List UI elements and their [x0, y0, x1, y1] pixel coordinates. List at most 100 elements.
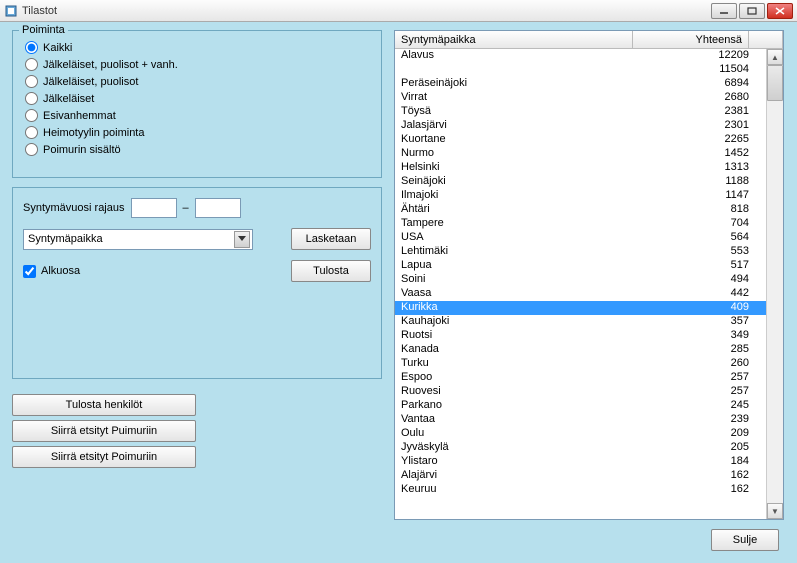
table-row[interactable]: Soini494 [395, 273, 766, 287]
cell-place [401, 63, 633, 77]
table-row[interactable]: Ruovesi257 [395, 385, 766, 399]
poiminta-group: Poiminta KaikkiJälkeläiset, puolisot + v… [12, 30, 382, 178]
category-combo[interactable]: Syntymäpaikka [23, 229, 253, 250]
cell-place: Seinäjoki [401, 175, 633, 189]
birth-year-label: Syntymävuosi rajaus [23, 202, 125, 214]
table-row[interactable]: 11504 [395, 63, 766, 77]
scroll-thumb[interactable] [767, 65, 783, 101]
print-button[interactable]: Tulosta [291, 260, 371, 282]
table-row[interactable]: Kanada285 [395, 343, 766, 357]
year-from-input[interactable] [131, 198, 177, 218]
table-row[interactable]: Alavus12209 [395, 49, 766, 63]
radio-option[interactable]: Jälkeläiset, puolisot [25, 75, 369, 88]
window-buttons [711, 3, 793, 19]
table-row[interactable]: Kuortane2265 [395, 133, 766, 147]
titlebar: Tilastot [0, 0, 797, 22]
radio-input[interactable] [25, 109, 38, 122]
results-list: Syntymäpaikka Yhteensä Alavus1220911504P… [394, 30, 784, 520]
cell-place: Soini [401, 273, 633, 287]
radio-input[interactable] [25, 143, 38, 156]
cell-total: 704 [633, 217, 749, 231]
radio-option[interactable]: Poimurin sisältö [25, 143, 369, 156]
table-row[interactable]: Espoo257 [395, 371, 766, 385]
table-row[interactable]: Peräseinäjoki6894 [395, 77, 766, 91]
radio-option[interactable]: Jälkeläiset [25, 92, 369, 105]
cell-total: 409 [633, 301, 749, 315]
radio-label: Esivanhemmat [43, 110, 116, 122]
table-row[interactable]: Parkano245 [395, 399, 766, 413]
table-row[interactable]: Kauhajoki357 [395, 315, 766, 329]
vertical-scrollbar[interactable]: ▲ ▼ [766, 49, 783, 519]
cell-total: 245 [633, 399, 749, 413]
cell-total: 517 [633, 259, 749, 273]
cell-total: 553 [633, 245, 749, 259]
radio-option[interactable]: Jälkeläiset, puolisot + vanh. [25, 58, 369, 71]
alkuosa-checkbox[interactable] [23, 265, 36, 278]
table-row[interactable]: Lapua517 [395, 259, 766, 273]
table-row[interactable]: Seinäjoki1188 [395, 175, 766, 189]
cell-place: Kauhajoki [401, 315, 633, 329]
cell-place: Ylistaro [401, 455, 633, 469]
table-row[interactable]: Oulu209 [395, 427, 766, 441]
cell-total: 1188 [633, 175, 749, 189]
table-row[interactable]: Lehtimäki553 [395, 245, 766, 259]
chevron-down-icon [234, 231, 250, 248]
table-row[interactable]: Helsinki1313 [395, 161, 766, 175]
table-row[interactable]: Ähtäri818 [395, 203, 766, 217]
table-row[interactable]: Töysä2381 [395, 105, 766, 119]
combo-value: Syntymäpaikka [28, 233, 103, 245]
compute-button[interactable]: Lasketaan [291, 228, 371, 250]
move-puimuri-button[interactable]: Siirrä etsityt Puimuriin [12, 420, 196, 442]
table-row[interactable]: Jalasjärvi2301 [395, 119, 766, 133]
table-row[interactable]: Ylistaro184 [395, 455, 766, 469]
cell-total: 12209 [633, 49, 749, 63]
cell-place: Virrat [401, 91, 633, 105]
minimize-button[interactable] [711, 3, 737, 19]
col-header-total[interactable]: Yhteensä [633, 31, 749, 48]
cell-total: 2265 [633, 133, 749, 147]
col-header-place[interactable]: Syntymäpaikka [395, 31, 633, 48]
cell-total: 257 [633, 371, 749, 385]
cell-place: Kurikka [401, 301, 633, 315]
cell-total: 209 [633, 427, 749, 441]
print-persons-button[interactable]: Tulosta henkilöt [12, 394, 196, 416]
cell-place: USA [401, 231, 633, 245]
table-row[interactable]: USA564 [395, 231, 766, 245]
scroll-up-icon[interactable]: ▲ [767, 49, 783, 65]
radio-input[interactable] [25, 75, 38, 88]
cell-place: Ilmajoki [401, 189, 633, 203]
table-row[interactable]: Keuruu162 [395, 483, 766, 497]
radio-option[interactable]: Esivanhemmat [25, 109, 369, 122]
scroll-down-icon[interactable]: ▼ [767, 503, 783, 519]
cell-place: Ruovesi [401, 385, 633, 399]
maximize-button[interactable] [739, 3, 765, 19]
table-row[interactable]: Virrat2680 [395, 91, 766, 105]
table-row[interactable]: Alajärvi162 [395, 469, 766, 483]
table-row[interactable]: Jyväskylä205 [395, 441, 766, 455]
cell-place: Helsinki [401, 161, 633, 175]
sulje-button[interactable]: Sulje [711, 529, 779, 551]
year-to-input[interactable] [195, 198, 241, 218]
table-row[interactable]: Ilmajoki1147 [395, 189, 766, 203]
filter-panel: Syntymävuosi rajaus – Syntymäpaikka Lask… [12, 187, 382, 379]
radio-input[interactable] [25, 58, 38, 71]
radio-input[interactable] [25, 92, 38, 105]
table-row[interactable]: Turku260 [395, 357, 766, 371]
table-row[interactable]: Kurikka409 [395, 301, 766, 315]
table-row[interactable]: Nurmo1452 [395, 147, 766, 161]
cell-place: Oulu [401, 427, 633, 441]
table-row[interactable]: Vantaa239 [395, 413, 766, 427]
radio-option[interactable]: Kaikki [25, 41, 369, 54]
table-row[interactable]: Tampere704 [395, 217, 766, 231]
table-row[interactable]: Vaasa442 [395, 287, 766, 301]
close-button[interactable] [767, 3, 793, 19]
radio-option[interactable]: Heimotyylin poiminta [25, 126, 369, 139]
radio-input[interactable] [25, 41, 38, 54]
cell-place: Ähtäri [401, 203, 633, 217]
move-poimuri-button[interactable]: Siirrä etsityt Poimuriin [12, 446, 196, 468]
table-row[interactable]: Ruotsi349 [395, 329, 766, 343]
cell-total: 162 [633, 469, 749, 483]
cell-place: Keuruu [401, 483, 633, 497]
cell-total: 260 [633, 357, 749, 371]
radio-input[interactable] [25, 126, 38, 139]
